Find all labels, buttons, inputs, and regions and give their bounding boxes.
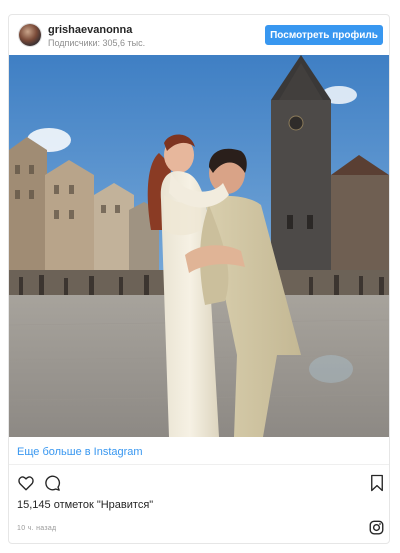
post-header: grishaevanonna Подписчики: 305,6 тыс. По… [9, 15, 389, 56]
comment-icon[interactable] [43, 474, 61, 492]
like-count[interactable]: 15,145 отметок "Нравится" [17, 499, 153, 511]
instagram-logo-icon[interactable] [369, 520, 384, 535]
avatar[interactable] [19, 24, 41, 46]
more-on-instagram-link[interactable]: Еще больше в Instagram [17, 446, 143, 458]
username[interactable]: grishaevanonna [48, 24, 132, 36]
follower-count: Подписчики: 305,6 тыс. [48, 38, 146, 48]
instagram-embed-card: grishaevanonna Подписчики: 305,6 тыс. По… [8, 14, 390, 544]
bookmark-icon[interactable] [369, 474, 385, 492]
view-profile-button[interactable]: Посмотреть профиль [265, 25, 383, 45]
divider [9, 464, 389, 465]
post-timestamp[interactable]: 10 ч. назад [17, 525, 56, 532]
post-photo[interactable] [9, 55, 389, 437]
heart-icon[interactable] [17, 474, 35, 492]
photo-illustration [9, 55, 389, 437]
